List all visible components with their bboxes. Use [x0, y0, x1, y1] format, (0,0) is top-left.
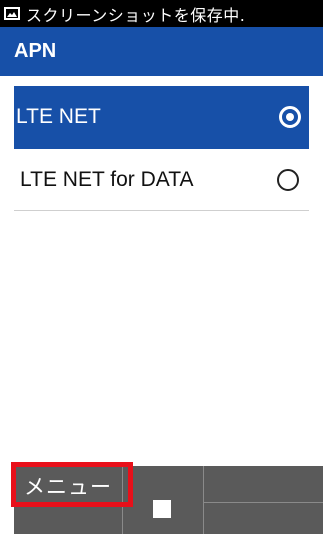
stop-icon [153, 500, 171, 518]
apn-list: LTE NET LTE NET for DATA [0, 86, 323, 211]
status-bar: スクリーンショットを保存中. [0, 0, 323, 27]
apn-item-lte-net-for-data[interactable]: LTE NET for DATA [14, 149, 309, 211]
apn-item-label: LTE NET for DATA [20, 167, 194, 191]
right-softkey[interactable] [204, 466, 323, 534]
apn-item-lte-net[interactable]: LTE NET [14, 86, 309, 149]
radio-selected-icon[interactable] [279, 105, 301, 128]
softkey-divider [204, 502, 323, 503]
apn-item-label: LTE NET [16, 104, 101, 128]
status-notification-text: スクリーンショットを保存中. [26, 5, 246, 25]
image-icon [4, 7, 20, 20]
center-softkey[interactable] [123, 466, 204, 534]
highlight-box [11, 462, 133, 507]
title-bar: APN [0, 27, 323, 76]
page-title: APN [14, 40, 57, 62]
radio-unselected-icon[interactable] [277, 168, 299, 191]
